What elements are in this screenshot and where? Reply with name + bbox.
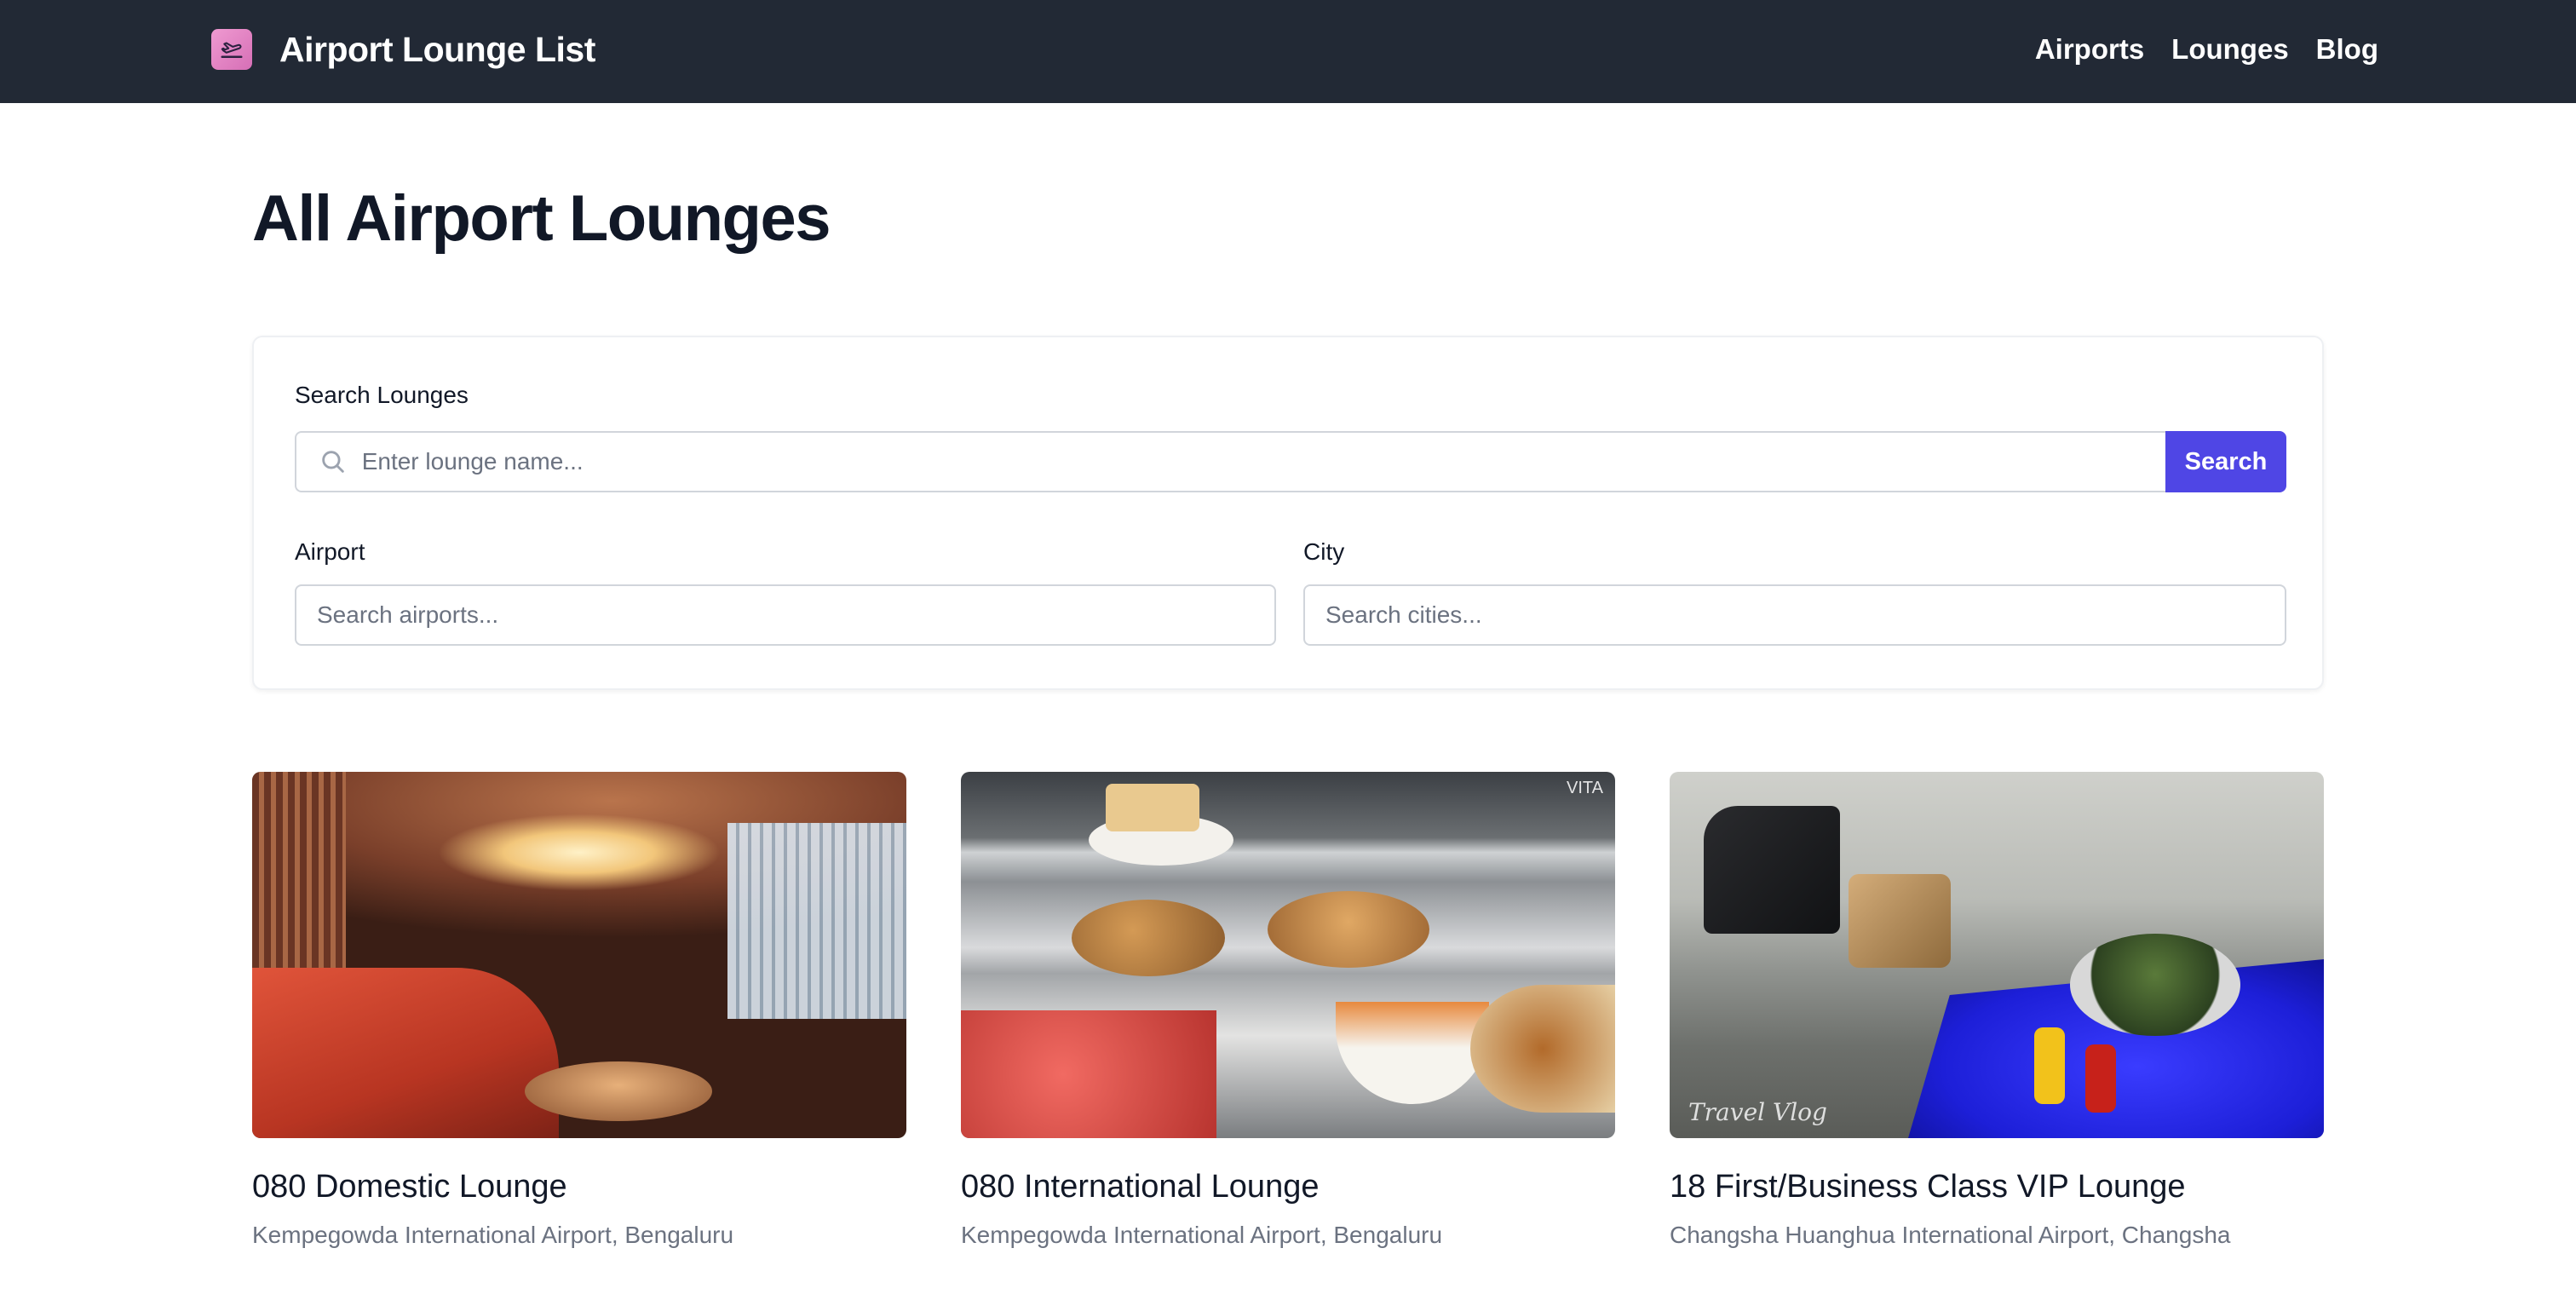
search-button[interactable]: Search xyxy=(2165,431,2286,492)
lounge-name[interactable]: 080 Domestic Lounge xyxy=(252,1169,567,1205)
main-nav: Airports Lounges Blog xyxy=(2035,29,2378,70)
lounge-card[interactable]: 080 Domestic Lounge Kempegowda Internati… xyxy=(252,772,906,1248)
photo-watermark: Travel Vlog xyxy=(1688,1098,1827,1126)
lounge-location: Kempegowda International Airport, Bengal… xyxy=(252,1222,734,1248)
airport-filter-label: Airport xyxy=(295,538,365,565)
lounge-card[interactable]: VITA 080 International Lounge Kempegowda… xyxy=(961,772,1615,1248)
airport-filter-field xyxy=(295,584,1276,646)
city-search-input[interactable] xyxy=(1324,601,2285,630)
page-title: All Airport Lounges xyxy=(252,182,831,255)
airport-search-input[interactable] xyxy=(315,601,1274,630)
brand-home-link[interactable]: Airport Lounge List xyxy=(211,29,595,70)
photo-watermark: VITA xyxy=(1567,779,1603,797)
lounge-location: Changsha Huanghua International Airport,… xyxy=(1670,1222,2231,1248)
search-panel: Search Lounges Search Airport City xyxy=(252,336,2324,690)
city-filter-field xyxy=(1303,584,2286,646)
lounge-photo[interactable]: VITA xyxy=(961,772,1615,1138)
city-filter-label: City xyxy=(1303,538,1345,565)
search-field xyxy=(295,431,2165,492)
search-input[interactable] xyxy=(359,447,2165,476)
lounge-photo[interactable] xyxy=(252,772,906,1138)
lounge-photo[interactable]: Travel Vlog xyxy=(1670,772,2324,1138)
nav-link-blog[interactable]: Blog xyxy=(2316,33,2378,66)
nav-link-airports[interactable]: Airports xyxy=(2035,33,2144,66)
airplane-departure-icon xyxy=(211,29,252,70)
nav-link-lounges[interactable]: Lounges xyxy=(2171,33,2289,66)
search-lounges-label: Search Lounges xyxy=(295,382,469,408)
search-row: Search xyxy=(295,431,2286,492)
top-navbar: Airport Lounge List Airports Lounges Blo… xyxy=(0,0,2576,103)
lounge-location: Kempegowda International Airport, Bengal… xyxy=(961,1222,1443,1248)
app-title: Airport Lounge List xyxy=(279,29,595,69)
lounge-name[interactable]: 18 First/Business Class VIP Lounge xyxy=(1670,1169,2186,1205)
search-icon xyxy=(319,446,348,477)
lounge-name[interactable]: 080 International Lounge xyxy=(961,1169,1319,1205)
lounge-card[interactable]: Travel Vlog 18 First/Business Class VIP … xyxy=(1670,772,2324,1248)
